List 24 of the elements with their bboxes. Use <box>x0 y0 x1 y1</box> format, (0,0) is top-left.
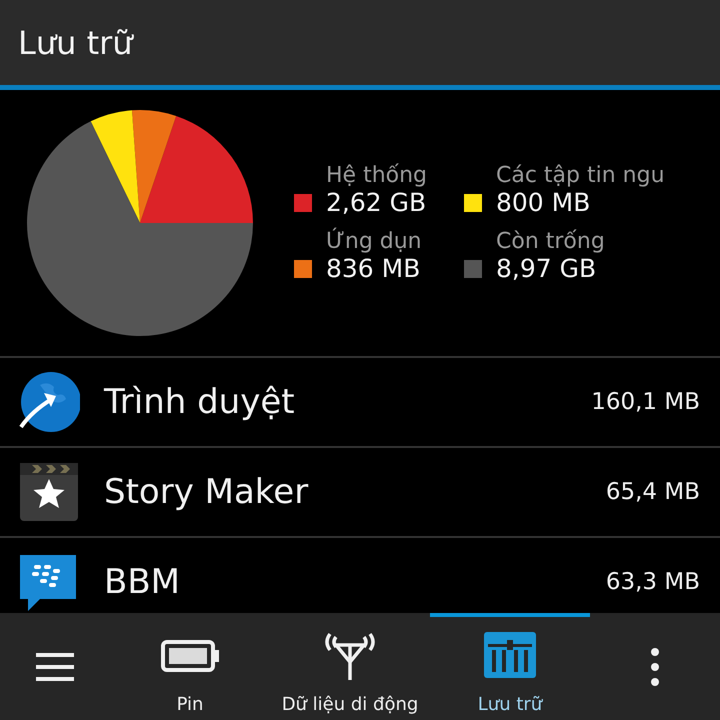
legend-amount: 2,62 GB <box>326 188 428 217</box>
bottom-tab[interactable]: Lưu trữ <box>430 613 590 720</box>
bottom-tab[interactable]: Dữ liệu di động <box>270 613 430 720</box>
legend-label: Hệ thống <box>326 163 428 188</box>
bottom-tab[interactable]: Pin <box>110 613 270 720</box>
app-size: 65,4 MB <box>606 479 700 505</box>
legend-amount: 836 MB <box>326 254 422 283</box>
app-name: Trình duyệt <box>104 382 296 422</box>
app-size: 160,1 MB <box>591 389 700 415</box>
legend-label: Các tập tin ngu <box>496 163 665 188</box>
app-row[interactable]: Story Maker 65,4 MB <box>0 448 720 538</box>
app-name: Story Maker <box>104 472 310 512</box>
legend-amount: 800 MB <box>496 188 592 217</box>
globe-icon <box>18 371 80 433</box>
app-name: BBM <box>104 562 181 602</box>
app-row[interactable]: Trình duyệt 160,1 MB <box>0 358 720 448</box>
app-size: 63,3 MB <box>606 569 700 595</box>
page-title: Lưu trữ <box>18 24 133 62</box>
menu-icon <box>36 651 74 683</box>
legend-label: Còn trống <box>496 229 605 254</box>
more-icon <box>650 647 660 687</box>
legend-amount: 8,97 GB <box>496 254 598 283</box>
legend-label: Ứng dụn <box>326 229 422 254</box>
clapperboard-icon <box>18 461 80 523</box>
